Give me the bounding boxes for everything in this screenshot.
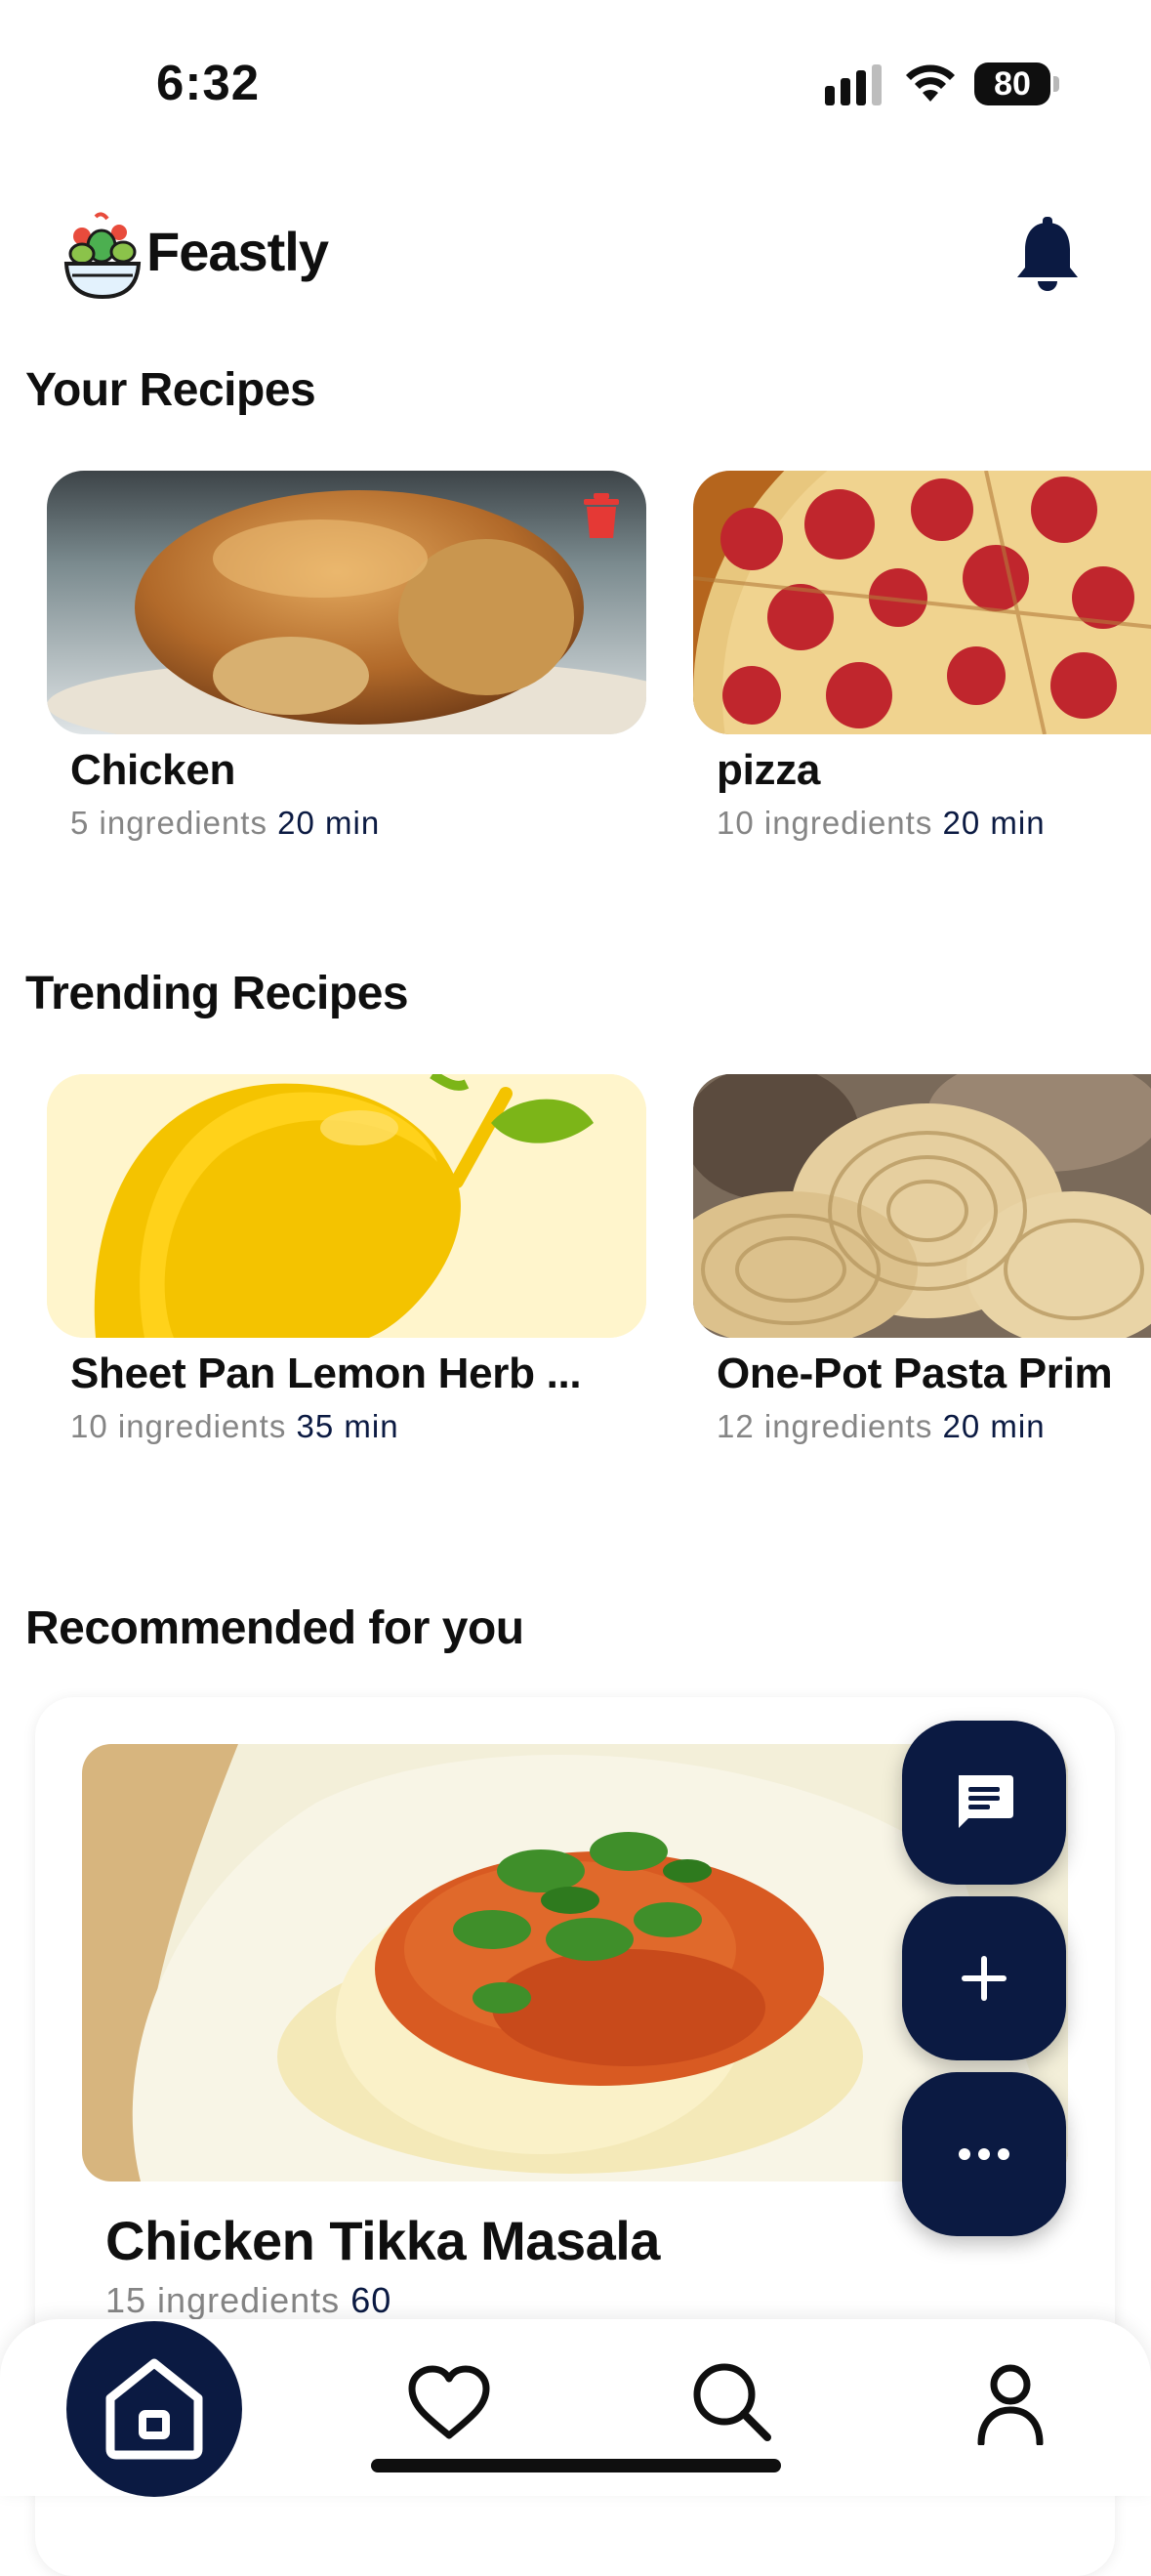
more-button[interactable] [902, 2072, 1066, 2236]
status-time: 6:32 [156, 55, 261, 110]
nav-home-button[interactable] [66, 2321, 242, 2497]
bell-icon[interactable] [1015, 217, 1080, 295]
your-recipes-title: Your Recipes [25, 364, 316, 416]
recipe-card-name: pizza [717, 746, 821, 794]
search-icon[interactable] [691, 2361, 771, 2441]
trending-card-name: Sheet Pan Lemon Herb ... [70, 1350, 582, 1397]
signal-icon [825, 64, 882, 105]
recipe-card-chicken-image[interactable] [47, 471, 646, 734]
home-icon [105, 2358, 203, 2460]
add-recipe-button[interactable] [902, 1896, 1066, 2060]
trash-icon[interactable] [582, 493, 621, 540]
more-icon [959, 2148, 1009, 2160]
battery-indicator: 80 [974, 62, 1059, 105]
wifi-icon [906, 64, 955, 102]
profile-icon[interactable] [976, 2363, 1045, 2445]
chat-button[interactable] [902, 1721, 1066, 1885]
trending-card-meta: 10 ingredients 35 min [70, 1408, 399, 1444]
recommended-card-name: Chicken Tikka Masala [105, 2210, 660, 2271]
trending-card-name: One-Pot Pasta Prim [717, 1350, 1113, 1397]
recommended-card-meta: 15 ingredients 60 [105, 2280, 392, 2320]
recommended-title: Recommended for you [25, 1602, 524, 1654]
trending-card-lemon-image[interactable] [47, 1074, 646, 1338]
chat-icon [959, 1775, 1013, 1828]
trending-card-meta: 12 ingredients 20 min [717, 1408, 1046, 1444]
app-name: Feastly [146, 221, 329, 282]
app-logo-icon [63, 212, 142, 300]
recipe-card-pizza-image[interactable] [693, 471, 1151, 734]
recipe-card-meta: 10 ingredients 20 min [717, 805, 1046, 841]
recipe-card-name: Chicken [70, 746, 236, 794]
plus-icon [962, 1956, 1007, 2001]
home-indicator [371, 2459, 781, 2472]
recipe-card-meta: 5 ingredients 20 min [70, 805, 381, 841]
heart-icon[interactable] [408, 2365, 490, 2439]
trending-card-pasta-image[interactable] [693, 1074, 1151, 1338]
trending-recipes-title: Trending Recipes [25, 968, 409, 1019]
